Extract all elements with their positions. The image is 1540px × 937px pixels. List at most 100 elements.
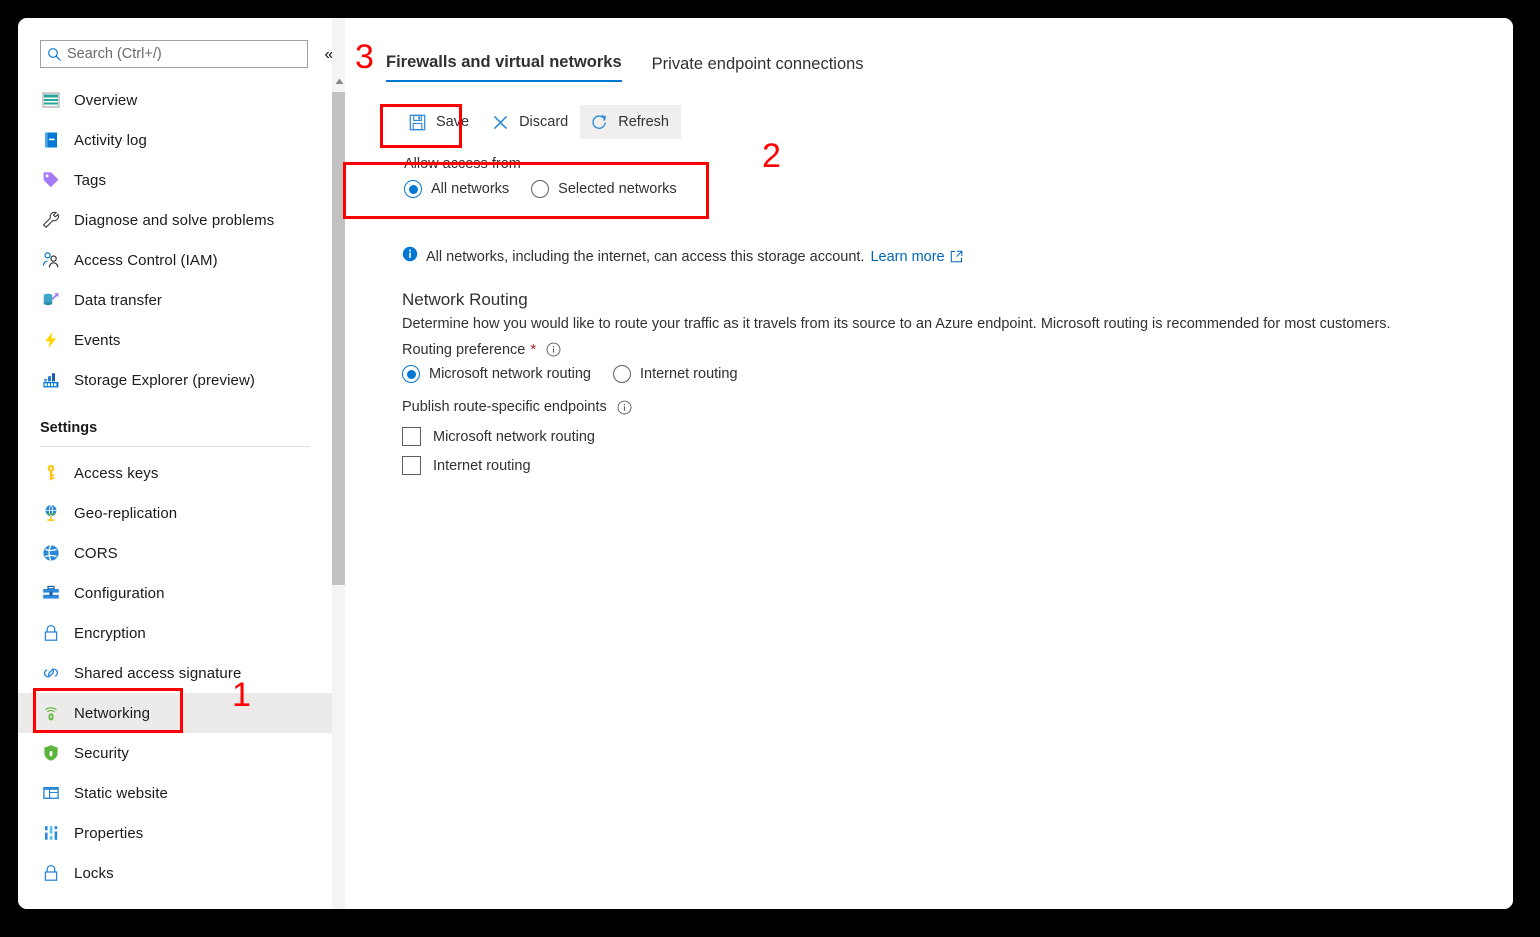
events-icon: [40, 329, 62, 351]
lock-icon: [40, 862, 62, 884]
sidebar-scrollbar-thumb[interactable]: [332, 92, 345, 585]
discard-button-label: Discard: [519, 114, 569, 130]
allow-access-from-label: Allow access from: [404, 156, 521, 172]
tags-icon: [40, 169, 62, 191]
radio-microsoft-network-routing-label: Microsoft network routing: [429, 366, 591, 382]
sidebar-item-locks[interactable]: Locks: [18, 853, 332, 893]
network-routing-section: Network Routing Determine how you would …: [402, 290, 1391, 480]
radio-microsoft-network-routing[interactable]: Microsoft network routing: [402, 365, 591, 383]
sidebar-item-overview[interactable]: Overview: [18, 80, 332, 120]
sidebar-item-configuration[interactable]: Configuration: [18, 573, 332, 613]
sidebar-item-events[interactable]: Events: [18, 320, 332, 360]
sidebar-item-label: Diagnose and solve problems: [74, 211, 275, 229]
save-icon: [406, 111, 428, 133]
sidebar-item-data-transfer[interactable]: Data transfer: [18, 280, 332, 320]
sidebar-item-encryption[interactable]: Encryption: [18, 613, 332, 653]
sidebar-item-tags[interactable]: Tags: [18, 160, 332, 200]
sidebar-item-networking[interactable]: Networking: [18, 693, 332, 733]
sidebar-item-label: Shared access signature: [74, 664, 242, 682]
sidebar-item-access-keys[interactable]: Access keys: [18, 453, 332, 493]
tab-bar: Firewalls and virtual networks Private e…: [386, 53, 864, 82]
sidebar-item-label: Data transfer: [74, 291, 163, 309]
sidebar-item-access-control-iam[interactable]: Access Control (IAM): [18, 240, 332, 280]
routing-preference-radio-group: Microsoft network routing Internet routi…: [402, 365, 1391, 383]
network-routing-description: Determine how you would like to route yo…: [402, 316, 1391, 332]
checkbox-publish-internet-routing[interactable]: Internet routing: [402, 451, 1391, 480]
static-website-icon: [40, 782, 62, 804]
radio-all-networks-indicator: [404, 180, 422, 198]
sidebar-item-shared-access-signature[interactable]: Shared access signature: [18, 653, 332, 693]
sidebar-item-diagnose-and-solve-problems[interactable]: Diagnose and solve problems: [18, 200, 332, 240]
lock-icon: [40, 622, 62, 644]
azure-portal-blade: « Overview: [18, 18, 1513, 909]
activity-log-icon: [40, 129, 62, 151]
cors-icon: [40, 542, 62, 564]
shield-icon: [40, 742, 62, 764]
info-icon: [402, 246, 418, 267]
info-message: All networks, including the internet, ca…: [402, 246, 963, 267]
discard-button[interactable]: Discard: [481, 105, 580, 139]
sidebar-item-static-website[interactable]: Static website: [18, 773, 332, 813]
radio-microsoft-network-routing-indicator: [402, 365, 420, 383]
main-content: Firewalls and virtual networks Private e…: [346, 18, 1513, 909]
sidebar-item-cors[interactable]: CORS: [18, 533, 332, 573]
tab-private-endpoint-connections[interactable]: Private endpoint connections: [652, 55, 864, 82]
radio-all-networks[interactable]: All networks: [404, 180, 509, 198]
sidebar-item-properties[interactable]: Properties: [18, 813, 332, 853]
data-transfer-icon: [40, 289, 62, 311]
publish-endpoints-label-row: Publish route-specific endpoints: [402, 399, 1391, 415]
sidebar-item-activity-log[interactable]: Activity log: [18, 120, 332, 160]
search-icon: [41, 47, 67, 62]
configuration-icon: [40, 582, 62, 604]
radio-internet-routing-indicator: [612, 365, 631, 383]
sidebar-item-label: Overview: [74, 91, 138, 109]
sidebar-item-label: Tags: [74, 171, 107, 189]
sidebar-item-label: Static website: [74, 784, 168, 802]
learn-more-link[interactable]: Learn more: [870, 249, 944, 265]
sidebar-item-label: Security: [74, 744, 129, 762]
info-circle-icon[interactable]: [617, 400, 632, 415]
save-button[interactable]: Save: [398, 105, 481, 139]
routing-preference-label-row: Routing preference *: [402, 341, 1391, 358]
radio-selected-networks-label: Selected networks: [558, 181, 677, 197]
refresh-button[interactable]: Refresh: [580, 105, 681, 139]
sidebar-item-label: Properties: [74, 824, 144, 842]
sidebar-item-label: Storage Explorer (preview): [74, 371, 256, 389]
checkbox-publish-microsoft-network-routing[interactable]: Microsoft network routing: [402, 422, 1391, 451]
network-routing-heading: Network Routing: [402, 290, 528, 309]
storage-explorer-icon: [40, 369, 62, 391]
sidebar-item-label: Networking: [74, 704, 151, 722]
required-marker: *: [530, 341, 537, 358]
allow-access-from-radio-group: All networks Selected networks: [404, 180, 699, 198]
sidebar-item-label: CORS: [74, 544, 118, 562]
sidebar-item-security[interactable]: Security: [18, 733, 332, 773]
checkbox-label: Internet routing: [433, 457, 531, 474]
search-input[interactable]: [67, 42, 295, 66]
radio-internet-routing[interactable]: Internet routing: [612, 365, 738, 383]
publish-endpoints-label: Publish route-specific endpoints: [402, 399, 607, 415]
sidebar-nav-list: Overview Activity log Tags Diagnose and …: [18, 80, 332, 893]
sidebar-item-storage-explorer-preview[interactable]: Storage Explorer (preview): [18, 360, 332, 400]
sidebar-item-label: Encryption: [74, 624, 146, 642]
tab-firewalls-and-virtual-networks[interactable]: Firewalls and virtual networks: [386, 53, 622, 82]
sidebar-section-label: Settings: [40, 420, 98, 436]
sidebar-item-geo-replication[interactable]: Geo-replication: [18, 493, 332, 533]
radio-selected-networks[interactable]: Selected networks: [531, 180, 677, 198]
sidebar-item-label: Geo-replication: [74, 504, 178, 522]
radio-selected-networks-indicator: [531, 180, 550, 198]
sidebar-item-label: Events: [74, 331, 121, 349]
link-icon: [40, 662, 62, 684]
sidebar-item-label: Access Control (IAM): [74, 251, 218, 269]
command-toolbar: Save Discard Refresh: [398, 105, 681, 139]
properties-icon: [40, 822, 62, 844]
search-box[interactable]: [40, 40, 308, 68]
sidebar-item-label: Configuration: [74, 584, 165, 602]
info-circle-icon[interactable]: [546, 342, 561, 357]
info-message-text: All networks, including the internet, ca…: [426, 248, 865, 265]
key-icon: [40, 462, 62, 484]
refresh-button-label: Refresh: [618, 114, 669, 130]
sidebar-section-divider: [40, 446, 310, 447]
external-link-icon[interactable]: [950, 250, 963, 263]
scroll-up-icon[interactable]: [332, 74, 346, 88]
save-button-label: Save: [436, 114, 470, 130]
